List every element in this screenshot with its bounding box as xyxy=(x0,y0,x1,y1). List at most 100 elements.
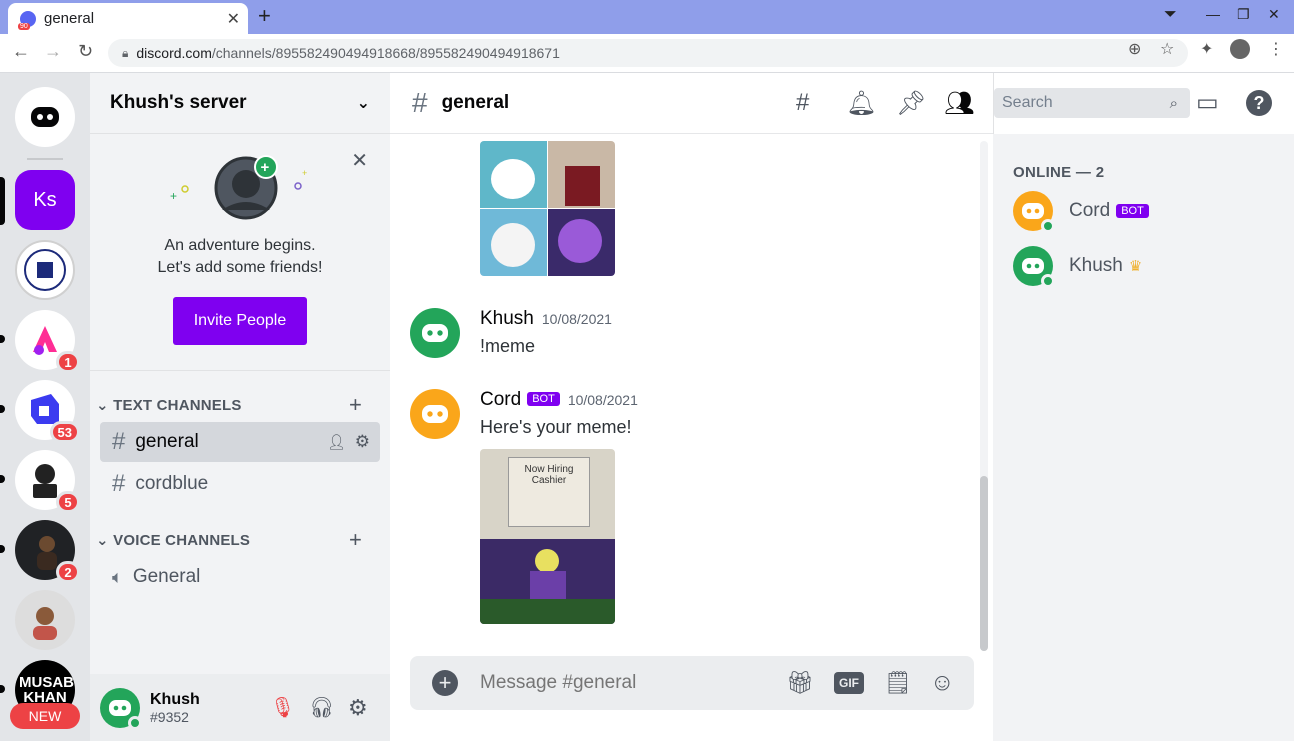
online-status-dot xyxy=(1041,274,1055,288)
server-3[interactable]: 1 xyxy=(15,310,80,373)
message-author[interactable]: Cord xyxy=(480,389,521,410)
invite-line-2: Let's add some friends! xyxy=(157,259,323,276)
channel-cordblue[interactable]: # cordblue xyxy=(100,464,380,504)
browser-menu-icon[interactable]: ⋮ xyxy=(1268,39,1284,59)
back-icon[interactable]: ← xyxy=(12,41,30,62)
server-6[interactable]: 2 xyxy=(15,520,80,583)
channel-general[interactable]: # general 👤︎ ⚙ xyxy=(100,422,380,462)
help-icon[interactable]: ? xyxy=(1246,90,1272,116)
message-input[interactable] xyxy=(480,670,760,696)
text-channels-category[interactable]: ⌄ TEXT CHANNELS xyxy=(96,396,242,414)
message-avatar-cord[interactable] xyxy=(410,389,460,439)
channel-title: general xyxy=(441,92,510,113)
profile-avatar[interactable] xyxy=(1230,39,1250,59)
svg-text:+: + xyxy=(170,189,177,203)
extensions-icon[interactable]: ✦ xyxy=(1200,39,1213,59)
voice-channel-general[interactable]: 🔈︎ General xyxy=(100,557,380,597)
add-attachment-icon[interactable]: + xyxy=(432,670,458,696)
server-divider xyxy=(27,158,63,160)
discord-favicon-icon: 90 xyxy=(18,10,36,30)
user-settings-icon[interactable]: ⚙ xyxy=(348,695,368,721)
restore-icon[interactable]: ❐ xyxy=(1237,6,1250,23)
meme-image-1[interactable] xyxy=(480,141,615,276)
online-status-dot xyxy=(128,715,142,730)
member-khush[interactable]: Khush ♛ xyxy=(1013,246,1142,288)
online-status-dot xyxy=(1041,219,1055,233)
add-text-channel-icon[interactable]: + xyxy=(349,392,362,418)
address-bar[interactable]: 🔒︎ discord.com/channels/8955824904949186… xyxy=(108,39,1188,67)
server-header[interactable]: Khush's server ⌄ xyxy=(90,73,390,134)
inbox-icon[interactable]: ▭ xyxy=(1196,88,1219,117)
mute-microphone-icon[interactable]: 🎙︎ xyxy=(270,695,295,720)
minimize-icon[interactable]: — xyxy=(1206,6,1220,22)
selected-server-pill xyxy=(0,177,5,225)
invite-line-1: An adventure begins. xyxy=(164,237,316,254)
channel-settings-icon[interactable]: ⚙ xyxy=(355,432,370,452)
svg-text:+: + xyxy=(302,168,307,178)
message-author[interactable]: Khush xyxy=(480,308,534,329)
chat-scrollbar[interactable] xyxy=(980,141,988,651)
gif-picker-button[interactable]: GIF xyxy=(834,672,864,694)
new-tab-icon[interactable]: + xyxy=(258,3,271,29)
message-timestamp: 10/08/2021 xyxy=(541,311,612,327)
message-avatar-khush[interactable] xyxy=(410,308,460,358)
emoji-icon[interactable]: ☺ xyxy=(930,669,955,697)
close-window-icon[interactable]: ✕ xyxy=(1268,6,1280,23)
close-icon[interactable]: ✕ xyxy=(351,148,368,173)
discord-logo-icon xyxy=(422,405,448,423)
browser-toolbar: ← → ↻ 🔒︎ discord.com/channels/8955824904… xyxy=(0,34,1294,73)
reload-icon[interactable]: ↻ xyxy=(78,41,93,62)
headphones-icon[interactable]: 🎧︎ xyxy=(309,695,334,720)
threads-icon[interactable]: # xyxy=(796,89,809,117)
member-cord[interactable]: Cord BOT xyxy=(1013,191,1149,233)
server-2[interactable] xyxy=(15,240,75,300)
voice-channels-category[interactable]: ⌄ VOICE CHANNELS xyxy=(96,531,250,549)
message-khush: Khush 10/08/2021 !meme xyxy=(410,308,970,368)
server-4-badge: 53 xyxy=(49,421,80,443)
server-6-badge: 2 xyxy=(56,561,80,583)
invite-member-icon[interactable]: 👤︎ xyxy=(327,433,346,451)
user-avatar[interactable] xyxy=(100,687,142,730)
member-list-icon[interactable]: 👥︎ xyxy=(944,89,974,118)
browser-tab[interactable]: 90 general ✕ xyxy=(8,3,248,34)
message-text: Here's your meme! xyxy=(480,417,632,437)
sticker-icon[interactable]: 🗒︎ xyxy=(884,670,912,696)
user-tag: #9352 xyxy=(150,708,189,725)
forward-icon[interactable]: → xyxy=(44,41,62,62)
add-friend-illustration-icon: + + + xyxy=(170,155,307,220)
server-7-avatar-icon xyxy=(33,607,57,640)
search-input[interactable]: Search ⌕ xyxy=(994,88,1190,118)
meme-image-2[interactable]: Now Hiring Cashier xyxy=(480,449,615,624)
member-name: Khush xyxy=(1069,255,1123,276)
bookmark-star-icon[interactable]: ☆ xyxy=(1160,39,1174,59)
message-author-line: Cord BOT 10/08/2021 xyxy=(480,389,638,411)
server-3-badge: 1 xyxy=(56,351,80,373)
notification-bell-icon[interactable]: 🔔︎ xyxy=(846,89,876,118)
server-2-logo-icon xyxy=(24,249,66,291)
server-7[interactable] xyxy=(15,590,75,650)
server-ks-label: Ks xyxy=(33,188,57,211)
close-tab-icon[interactable]: ✕ xyxy=(227,9,240,29)
pinned-messages-icon[interactable]: 📌︎ xyxy=(896,89,926,118)
invite-people-button[interactable]: Invite People xyxy=(173,297,307,345)
hash-icon: # xyxy=(112,428,126,455)
gift-icon[interactable]: 🎁︎ xyxy=(786,670,814,696)
scrollbar-thumb[interactable] xyxy=(980,476,988,651)
home-button[interactable] xyxy=(15,87,75,147)
server-ks[interactable]: Ks xyxy=(15,170,75,230)
add-voice-channel-icon[interactable]: + xyxy=(349,527,362,553)
bot-tag: BOT xyxy=(527,392,560,406)
zoom-icon[interactable]: ⊕ xyxy=(1128,39,1141,59)
online-header: ONLINE — 2 xyxy=(1013,164,1105,181)
invite-text: An adventure begins. Let's add some frie… xyxy=(90,235,390,279)
server-4[interactable]: 53 xyxy=(15,380,80,443)
browser-tab-strip: 90 general ✕ + ⏷ — ❐ ✕ xyxy=(0,0,1294,34)
unread-pill xyxy=(0,545,5,553)
chat-area: # general # 🔔︎ 📌︎ 👥︎ Khush 10/08/2021 !me… xyxy=(390,73,993,741)
discord-logo-icon xyxy=(1022,258,1044,274)
tab-search-icon[interactable]: ⏷ xyxy=(1164,6,1177,24)
server-5[interactable]: 5 xyxy=(15,450,80,513)
text-channels-label: TEXT CHANNELS xyxy=(113,397,242,414)
unread-pill xyxy=(0,335,5,343)
server-3-logo-icon xyxy=(33,326,57,355)
